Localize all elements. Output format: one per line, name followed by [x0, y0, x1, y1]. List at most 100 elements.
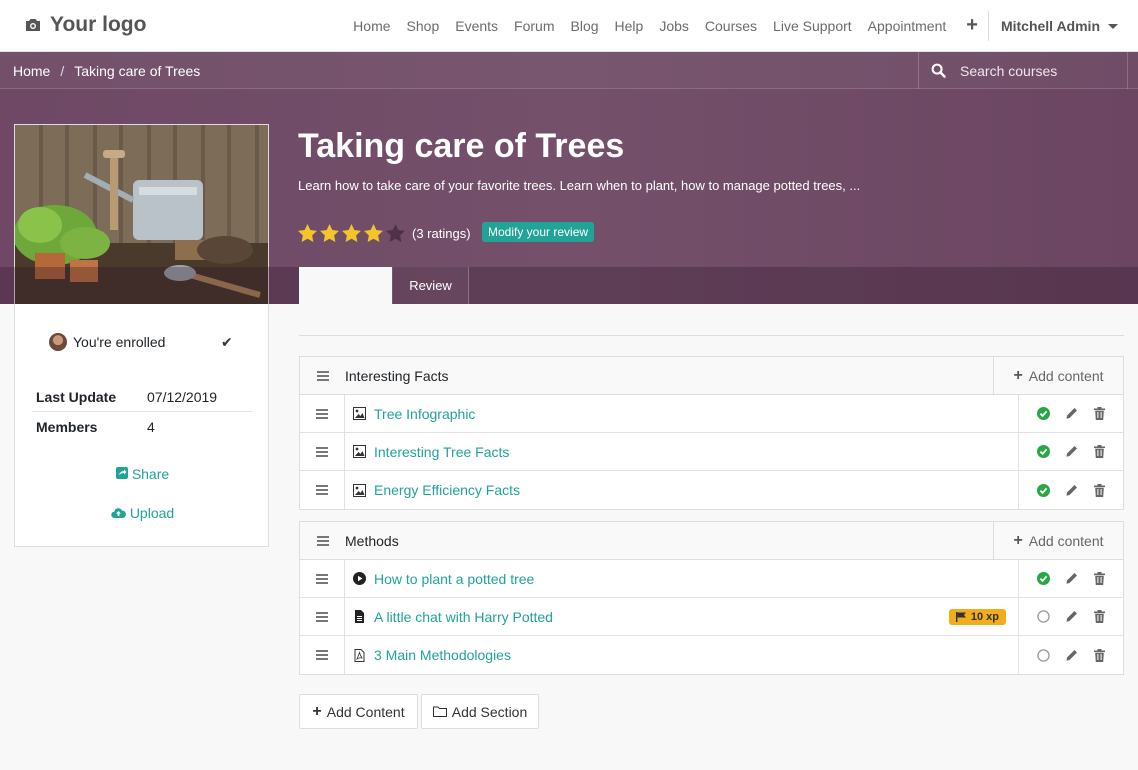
- empty-circle-icon[interactable]: [1036, 648, 1050, 662]
- add-content-button[interactable]: + Add content: [993, 357, 1123, 394]
- nav-link-appointment[interactable]: Appointment: [860, 18, 955, 34]
- image-icon: [353, 445, 366, 458]
- breadcrumb-current: Taking care of Trees: [74, 63, 201, 79]
- cloud-upload-icon: [111, 505, 126, 521]
- plus-icon[interactable]: +: [954, 11, 989, 41]
- user-name: Mitchell Admin: [1000, 18, 1100, 34]
- pencil-icon[interactable]: [1064, 572, 1078, 586]
- add-section-label: Add Section: [451, 703, 528, 720]
- trash-icon[interactable]: [1092, 648, 1106, 662]
- drag-handle-icon[interactable]: [300, 357, 345, 394]
- top-navbar: Your logo Home Shop Events Forum Blog He…: [0, 0, 1138, 52]
- star-filled-icon: [342, 224, 361, 242]
- logo-text: Your logo: [50, 13, 147, 36]
- plus-icon: +: [1013, 531, 1023, 549]
- check-circle-icon[interactable]: [1036, 407, 1050, 421]
- section-methods: Methods + Add content How to plant a pott…: [299, 521, 1124, 675]
- content-link[interactable]: How to plant a potted tree: [374, 571, 534, 587]
- upload-label: Upload: [129, 505, 175, 521]
- plus-icon: +: [1013, 366, 1023, 384]
- nav-link-shop[interactable]: Shop: [399, 18, 448, 34]
- drag-handle-icon[interactable]: [300, 471, 345, 509]
- content-link[interactable]: Interesting Tree Facts: [374, 444, 509, 460]
- avatar: [49, 333, 67, 351]
- add-section-button[interactable]: Add Section: [421, 694, 539, 729]
- nav-link-courses[interactable]: Courses: [697, 18, 765, 34]
- trash-icon[interactable]: [1092, 610, 1106, 624]
- add-content-main-button[interactable]: + Add Content: [299, 694, 418, 729]
- check-circle-icon[interactable]: [1036, 572, 1050, 586]
- share-link[interactable]: Share: [15, 466, 270, 482]
- section-interesting-facts: Interesting Facts + Add content Tree Info…: [299, 356, 1124, 510]
- xp-badge-label: 10 xp: [970, 610, 999, 623]
- course-sidebar: You're enrolled ✔ Last Update 07/12/2019…: [14, 304, 269, 547]
- members-label: Members: [36, 419, 98, 435]
- empty-circle-icon[interactable]: [1036, 610, 1050, 624]
- search-icon[interactable]: [931, 63, 946, 78]
- enrolled-text: You're enrolled: [73, 334, 166, 350]
- nav-link-jobs[interactable]: Jobs: [651, 18, 697, 34]
- nav-link-events[interactable]: Events: [447, 18, 506, 34]
- course-description: Learn how to take care of your favorite …: [298, 178, 861, 193]
- content-link[interactable]: A little chat with Harry Potted: [374, 609, 553, 625]
- info-row-members: Members 4: [32, 412, 252, 442]
- check-circle-icon[interactable]: [1036, 445, 1050, 459]
- breadcrumb: Home / Taking care of Trees: [13, 63, 200, 79]
- trash-icon[interactable]: [1092, 407, 1106, 421]
- image-icon: [353, 407, 366, 420]
- add-content-button[interactable]: + Add content: [993, 522, 1123, 559]
- trash-icon[interactable]: [1092, 572, 1106, 586]
- pencil-icon[interactable]: [1064, 445, 1078, 459]
- flag-icon: [955, 611, 966, 622]
- drag-handle-icon[interactable]: [300, 433, 345, 470]
- content-link[interactable]: 3 Main Methodologies: [374, 647, 511, 663]
- breadcrumb-separator: /: [60, 63, 65, 79]
- content-link[interactable]: Energy Efficiency Facts: [374, 482, 520, 498]
- tab-course[interactable]: [299, 267, 392, 304]
- star-empty-icon: [386, 224, 405, 242]
- list-item: 3 Main Methodologies: [300, 636, 1123, 674]
- nav-link-live-support[interactable]: Live Support: [765, 18, 860, 34]
- nav-link-home[interactable]: Home: [345, 18, 398, 34]
- star-filled-icon: [364, 224, 383, 242]
- pencil-icon[interactable]: [1064, 407, 1078, 421]
- tab-review[interactable]: Review: [392, 267, 469, 304]
- modify-review-button[interactable]: Modify your review: [482, 222, 595, 242]
- nav-link-forum[interactable]: Forum: [506, 18, 562, 34]
- check-circle-icon[interactable]: [1036, 483, 1050, 497]
- last-update-label: Last Update: [36, 388, 117, 405]
- enrolled-status: You're enrolled: [49, 333, 165, 351]
- pencil-icon[interactable]: [1064, 648, 1078, 662]
- upload-link[interactable]: Upload: [15, 505, 270, 521]
- drag-handle-icon[interactable]: [300, 598, 345, 635]
- content-link[interactable]: Tree Infographic: [374, 406, 475, 422]
- document-icon: [355, 610, 364, 623]
- list-item: A little chat with Harry Potted 10 xp: [300, 598, 1123, 636]
- drag-handle-icon[interactable]: [300, 560, 345, 597]
- list-item: Tree Infographic: [300, 395, 1123, 433]
- search-input[interactable]: [960, 62, 1110, 79]
- logo[interactable]: Your logo: [24, 13, 146, 37]
- drag-handle-icon[interactable]: [300, 522, 345, 559]
- list-item: Interesting Tree Facts: [300, 433, 1123, 471]
- pencil-icon[interactable]: [1064, 483, 1078, 497]
- info-row-last-update: Last Update 07/12/2019: [32, 382, 252, 412]
- course-hero: Home / Taking care of Trees Search cours…: [0, 52, 1138, 304]
- list-item: How to plant a potted tree: [300, 560, 1123, 598]
- drag-handle-icon[interactable]: [300, 395, 345, 432]
- trash-icon[interactable]: [1092, 445, 1106, 459]
- folder-icon: [432, 706, 447, 717]
- user-menu[interactable]: Mitchell Admin: [989, 18, 1118, 34]
- breadcrumb-home[interactable]: Home: [13, 63, 50, 79]
- trash-icon[interactable]: [1092, 483, 1106, 497]
- nav-link-blog[interactable]: Blog: [563, 18, 607, 34]
- nav-link-help[interactable]: Help: [607, 18, 652, 34]
- pencil-icon[interactable]: [1064, 610, 1078, 624]
- play-circle-icon: [353, 572, 366, 585]
- tab-strip: [0, 267, 1138, 304]
- search-box: [918, 52, 1128, 89]
- image-icon: [353, 483, 366, 497]
- share-label: Share: [131, 466, 170, 482]
- section-header: Methods + Add content: [300, 522, 1123, 560]
- drag-handle-icon[interactable]: [300, 636, 345, 674]
